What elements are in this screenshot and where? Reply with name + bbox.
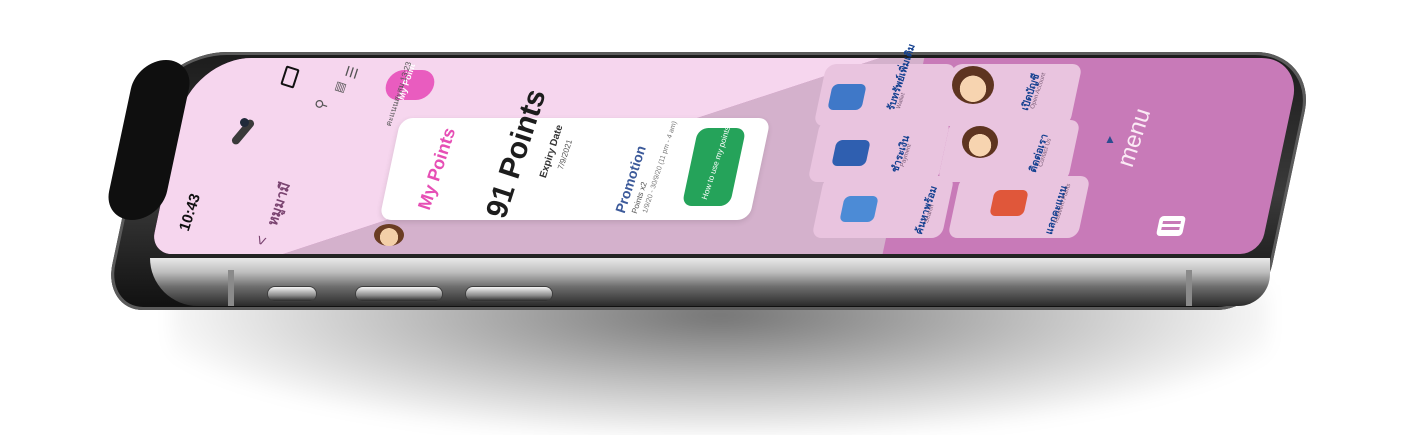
menu-tile-contact[interactable] <box>937 120 1081 182</box>
mascot-boy-icon <box>962 126 998 158</box>
mute-switch[interactable] <box>268 287 316 301</box>
phone-side-band <box>150 258 1270 306</box>
wallet-icon <box>827 84 867 110</box>
menu-tile-payment[interactable] <box>807 120 951 182</box>
front-camera <box>240 118 249 127</box>
antenna-seam-left <box>228 270 234 306</box>
volume-up-button[interactable] <box>356 287 442 301</box>
avatar <box>374 224 404 246</box>
search-map-icon <box>839 196 879 222</box>
volume-down-button[interactable] <box>466 287 552 301</box>
payment-icon <box>831 140 871 166</box>
redeem-icon <box>989 190 1029 216</box>
mascot-girl-icon <box>952 66 994 104</box>
menu-arrow-icon[interactable]: ▲ <box>1104 132 1116 146</box>
antenna-seam-right <box>1186 270 1192 306</box>
keyboard-icon[interactable] <box>1155 216 1187 236</box>
